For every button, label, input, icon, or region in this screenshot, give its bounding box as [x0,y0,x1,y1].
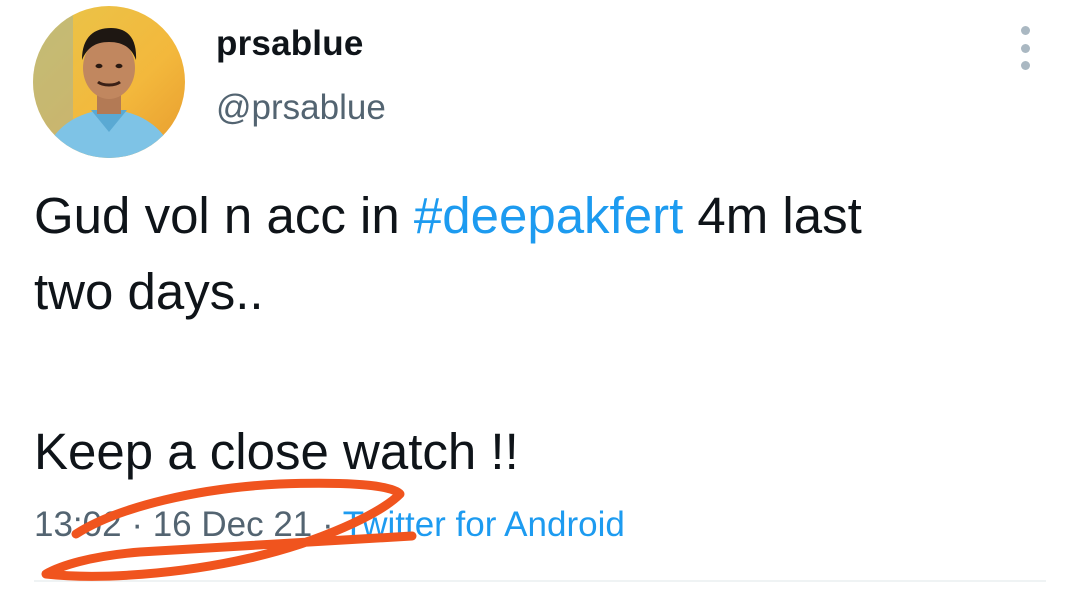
author-display-name[interactable]: prsablue [216,24,363,64]
tweet-text-segment: 4m last [683,187,862,244]
tweet-line: two days.. [34,263,264,320]
tweet-source-link[interactable]: Twitter for Android [343,505,625,544]
avatar[interactable] [33,6,185,158]
avatar-image [33,6,185,158]
hashtag-link[interactable]: #deepakfert [414,187,683,244]
menu-dot [1020,26,1030,35]
tweet-text-segment: Gud vol n acc in [34,187,414,244]
tweet-metadata: 13:02 · 16 Dec 21 · Twitter for Android [34,505,625,545]
tweet-line: Keep a close watch !! [34,423,519,480]
tweet-line: Gud vol n acc in #deepakfert 4m last [34,178,1044,254]
tweet-card[interactable]: prsablue @prsablue Gud vol n acc in #dee… [0,0,1080,616]
vertical-ellipsis-icon[interactable] [1006,26,1044,70]
tweet-date[interactable]: 16 Dec 21 [153,505,313,544]
divider [34,580,1046,582]
menu-dot [1020,61,1030,70]
meta-separator: · [312,505,343,544]
author-handle[interactable]: @prsablue [216,88,386,128]
tweet-text: Gud vol n acc in #deepakfert 4m last two… [34,178,1044,490]
menu-dot [1020,43,1030,53]
meta-separator: · [121,505,153,544]
tweet-time[interactable]: 13:02 [34,505,122,544]
